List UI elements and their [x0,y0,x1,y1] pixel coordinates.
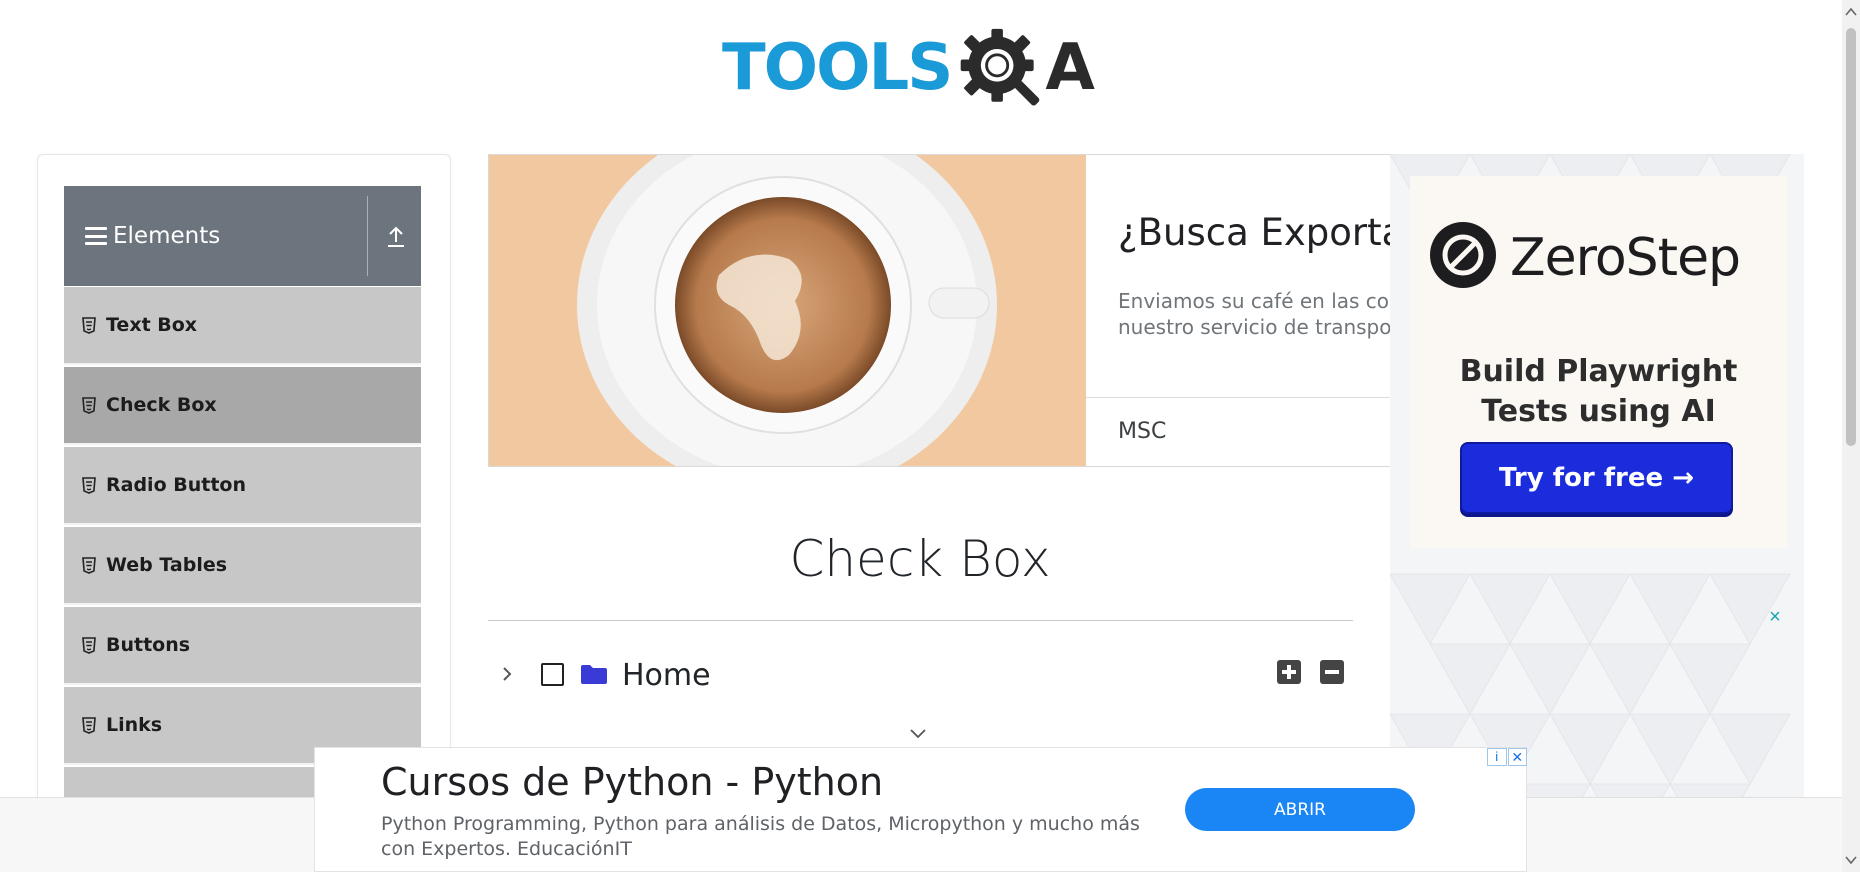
logo-text: TOOLS [722,31,953,105]
ad-description: Python Programming, Python para análisis… [381,813,1140,860]
sidebar-item-label: Links [106,714,163,736]
close-icon[interactable]: × [1766,607,1784,627]
scroll-up-arrow-icon[interactable] [1845,7,1857,17]
sidebar-item-label: Radio Button [106,474,246,496]
menu-icon [85,227,107,245]
chevron-right-icon[interactable] [500,663,514,685]
ad-description: Enviamos su café en las co nuestro servi… [1118,288,1392,340]
sidebar-item-label: Text Box [106,314,198,336]
html5-icon [82,636,96,654]
ad-tagline-line: Build Playwright [1459,354,1738,389]
scrollbar-thumb[interactable] [1846,28,1856,446]
sidebar-item-web-tables[interactable]: Web Tables [64,527,421,605]
sidebar-item-label: Buttons [106,634,191,656]
coffee-cup-image [489,155,1086,466]
ad-source[interactable]: MSC [1118,419,1166,444]
sidebar-item-text-box[interactable]: Text Box [64,287,421,365]
tree-node-home: Home [488,650,1348,700]
sidebar-item-label: Check Box [106,394,217,416]
ad-description-line: Enviamos su café en las co [1118,289,1390,313]
ad-divider [1086,397,1391,398]
group-title: Elements [113,223,221,249]
collapse-all-button[interactable] [1320,660,1344,684]
gear-magnifier-icon [961,28,1040,106]
html5-icon [82,716,96,734]
zerostep-logo-icon [1430,222,1496,288]
toolsqa-logo[interactable]: TOOLS A [722,18,1122,118]
info-icon[interactable]: i [1487,748,1507,766]
ad-tagline: Build Playwright Tests using AI [1410,352,1787,432]
logo-letter-a: A [1045,31,1095,105]
html5-icon [82,556,96,574]
zerostep-ad-card[interactable]: ZeroStep Build Playwright Tests using AI… [1410,176,1787,548]
close-icon[interactable]: ✕ [1507,748,1527,766]
vertical-scrollbar[interactable] [1842,0,1860,872]
top-banner-ad[interactable]: ¿Busca Exportar Enviamos su café en las … [488,154,1392,467]
bottom-banner-ad[interactable]: Cursos de Python - Python Python Program… [314,747,1527,872]
adchoices: i ✕ [1487,748,1527,768]
chevron-down-icon [910,729,926,739]
ad-description-line: nuestro servicio de transpo [1118,315,1392,339]
open-ad-button[interactable]: ABRIR [1185,788,1415,831]
header-divider [367,196,368,276]
home-checkbox[interactable] [541,663,564,686]
sidebar-item-label: Web Tables [106,554,228,576]
folder-icon [581,665,607,684]
page-title: Check Box [789,530,1051,588]
try-for-free-button[interactable]: Try for free → [1460,442,1733,514]
tree-node-label[interactable]: Home [622,658,711,693]
sidebar-item-radio-button[interactable]: Radio Button [64,447,421,525]
expand-all-button[interactable] [1277,660,1301,684]
ad-headline[interactable]: ¿Busca Exportar [1118,211,1391,254]
html5-icon [82,396,96,414]
html5-icon [82,476,96,494]
ad-tagline-line: Tests using AI [1481,394,1716,429]
ad-title[interactable]: Cursos de Python - Python [381,760,883,804]
ad-brand: ZeroStep [1510,228,1741,288]
title-divider [488,620,1353,621]
collapse-up-icon[interactable] [384,222,408,250]
html5-icon [82,316,96,334]
sidebar-item-buttons[interactable]: Buttons [64,607,421,685]
scroll-down-arrow-icon[interactable] [1845,855,1857,865]
sidebar-item-check-box[interactable]: Check Box [64,367,421,445]
elements-group-header[interactable]: Elements [64,186,421,286]
